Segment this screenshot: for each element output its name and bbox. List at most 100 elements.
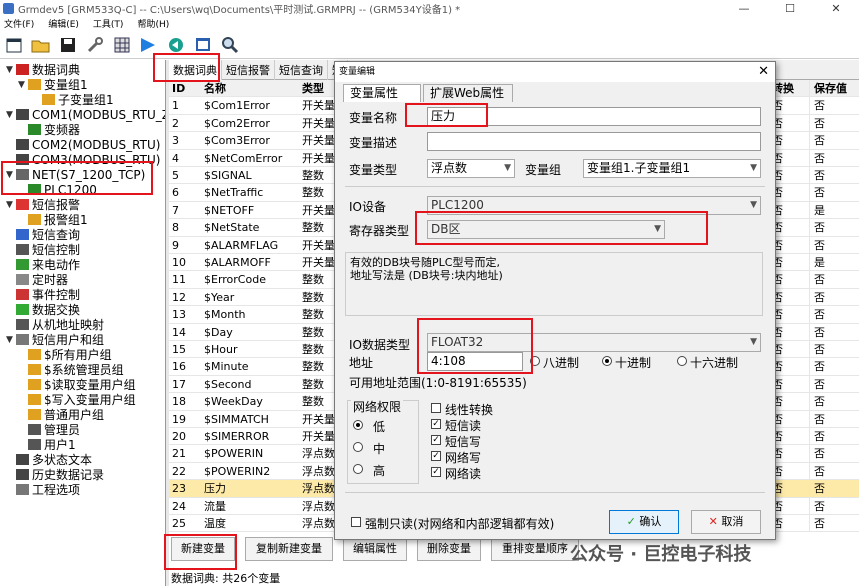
- menu-tools[interactable]: 工具(T): [93, 17, 124, 31]
- cell-name: 流量: [204, 499, 226, 513]
- expander-icon[interactable]: ▼: [6, 110, 16, 120]
- tab-web-properties[interactable]: 扩展Web属性: [423, 84, 513, 102]
- save-icon[interactable]: [57, 34, 79, 56]
- menu-help[interactable]: 帮助(H): [137, 17, 169, 31]
- tree-item[interactable]: 定时器: [6, 272, 68, 287]
- tree-item[interactable]: 数据交换: [6, 302, 80, 317]
- tree-item[interactable]: $读取变量用户组: [18, 377, 136, 392]
- open-folder-icon[interactable]: [30, 34, 52, 56]
- reorder-variables-button[interactable]: 重排变量顺序: [491, 537, 579, 561]
- close-button[interactable]: ✕: [813, 0, 859, 17]
- cell-id: 16: [172, 360, 186, 374]
- perm-high-radio[interactable]: [353, 464, 363, 474]
- perm-high-label: 高: [373, 464, 386, 478]
- tree-item[interactable]: $写入变量用户组: [18, 392, 136, 407]
- sms-write-checkbox[interactable]: ✓: [431, 435, 441, 445]
- tree-item[interactable]: 普通用户组: [18, 407, 104, 422]
- col-name-header[interactable]: 名称: [201, 80, 299, 96]
- tree-item[interactable]: 历史数据记录: [6, 467, 104, 482]
- perm-mid-radio[interactable]: [353, 442, 363, 452]
- menu-edit[interactable]: 编辑(E): [48, 17, 79, 31]
- tree-item[interactable]: 用户1: [18, 437, 76, 452]
- tree-item[interactable]: 子变量组1: [32, 92, 114, 107]
- cell-save: 否: [809, 149, 859, 167]
- sms-read-checkbox[interactable]: ✓: [431, 419, 441, 429]
- app-icon: [3, 3, 14, 14]
- decimal-label: 十进制: [615, 356, 652, 370]
- cell-type: 整数: [302, 169, 324, 182]
- expander-icon[interactable]: ▼: [6, 200, 16, 210]
- delete-variable-button[interactable]: 删除变量: [417, 537, 481, 561]
- tree-item[interactable]: $系统管理员组: [18, 362, 124, 377]
- grid-icon[interactable]: [111, 34, 133, 56]
- expander-icon[interactable]: ▼: [6, 65, 16, 75]
- net-write-checkbox[interactable]: ✓: [431, 451, 441, 461]
- tree-item[interactable]: 多状态文本: [6, 452, 92, 467]
- cell-save: 否: [809, 410, 859, 428]
- tree-item[interactable]: 管理员: [18, 422, 80, 437]
- tree-item[interactable]: ▼ 短信报警: [6, 197, 80, 212]
- tree-item[interactable]: 来电动作: [6, 257, 80, 272]
- col-type-header[interactable]: 类型: [299, 80, 339, 96]
- cell-id: 18: [172, 395, 186, 409]
- force-readonly-checkbox[interactable]: [351, 517, 361, 527]
- sms-read-label: 短信读: [445, 419, 482, 433]
- cell-save: 否: [809, 393, 859, 411]
- tree-node-icon: [28, 379, 41, 390]
- cell-type: 开关量: [302, 430, 335, 443]
- variable-group-select[interactable]: 变量组1.子变量组1 ▼: [583, 159, 761, 178]
- tree-node-icon: [42, 94, 55, 105]
- tree-item[interactable]: 变频器: [18, 122, 80, 137]
- tree-item[interactable]: ▼ 数据词典: [6, 62, 80, 77]
- tree-item[interactable]: ▼ 短信用户和组: [6, 332, 104, 347]
- dialog-close-icon[interactable]: ✕: [758, 62, 769, 82]
- ok-button[interactable]: ✓ 确认: [609, 510, 679, 534]
- hex-radio[interactable]: [677, 356, 687, 366]
- variable-type-select[interactable]: 浮点数 ▼: [427, 159, 515, 178]
- decimal-radio[interactable]: [602, 356, 612, 366]
- tab-variable-properties[interactable]: 变量属性: [343, 84, 421, 102]
- tree-item[interactable]: 短信控制: [6, 242, 80, 257]
- cell-name: $Com1Error: [204, 99, 270, 113]
- cell-type: 整数: [302, 273, 324, 287]
- tree-item[interactable]: 事件控制: [6, 287, 80, 302]
- tree-item[interactable]: ▼ 变量组1: [18, 77, 88, 92]
- tree-node-icon: [16, 64, 29, 75]
- cancel-button[interactable]: ✕ 取消: [691, 510, 761, 534]
- cell-name: 压力: [204, 482, 226, 496]
- expander-icon[interactable]: ▼: [18, 80, 28, 90]
- linear-convert-checkbox[interactable]: [431, 403, 441, 413]
- tree-item[interactable]: COM2(MODBUS_RTU): [6, 137, 160, 152]
- col-id-header[interactable]: ID: [169, 80, 201, 96]
- io-data-type-label: IO数据类型: [349, 338, 410, 352]
- tab-sms-alarm[interactable]: 短信报警: [222, 60, 275, 80]
- io-device-value: PLC1200: [431, 198, 484, 212]
- tab-sms-query[interactable]: 短信查询: [275, 60, 328, 80]
- variable-desc-input[interactable]: [427, 132, 761, 151]
- tree-item[interactable]: 报警组1: [18, 212, 88, 227]
- tree-item[interactable]: ▼ COM1(MODBUS_RTU_ZERO: [6, 107, 165, 122]
- tree-item-label: 子变量组1: [58, 93, 114, 107]
- search-icon[interactable]: [219, 34, 241, 56]
- copy-new-variable-button[interactable]: 复制新建变量: [245, 537, 333, 561]
- tree-item[interactable]: $所有用户组: [18, 347, 112, 362]
- tree-item[interactable]: 短信查询: [6, 227, 80, 242]
- register-type-label: 寄存器类型: [349, 224, 410, 238]
- cell-type: 开关量: [302, 134, 335, 148]
- expander-icon[interactable]: ▼: [6, 335, 16, 345]
- tree-item[interactable]: 工程选项: [6, 482, 80, 497]
- maximize-button[interactable]: ☐: [767, 0, 813, 17]
- col-save-header[interactable]: 保存值: [809, 80, 859, 97]
- tree-node-icon: [16, 319, 29, 330]
- cell-name: $ALARMOFF: [204, 256, 271, 269]
- new-project-icon[interactable]: [3, 34, 25, 56]
- tree-item[interactable]: 从机地址映射: [6, 317, 104, 332]
- menu-file[interactable]: 文件(F): [4, 17, 34, 31]
- cell-save: 否: [809, 271, 859, 289]
- wrench-icon[interactable]: [84, 34, 106, 56]
- edit-properties-button[interactable]: 编辑属性: [343, 537, 407, 561]
- cell-name: $Com2Error: [204, 116, 270, 130]
- minimize-button[interactable]: —: [721, 0, 767, 17]
- perm-low-radio[interactable]: [353, 420, 363, 430]
- net-read-checkbox[interactable]: ✓: [431, 467, 441, 477]
